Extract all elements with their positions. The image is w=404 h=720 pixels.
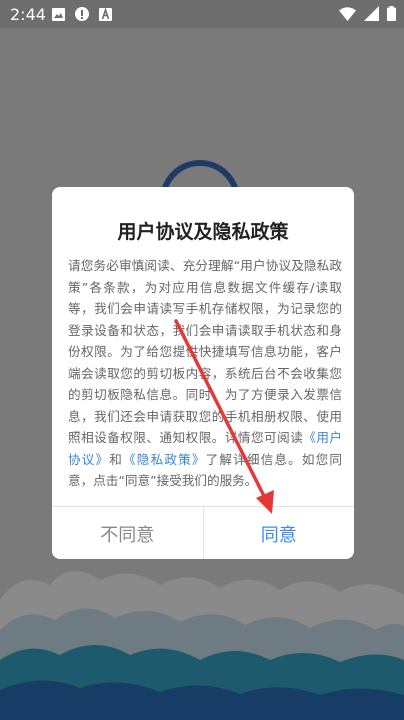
image-notification-icon <box>52 8 65 21</box>
content-text-and: 和 <box>109 451 124 467</box>
app-notification-icon <box>99 8 112 21</box>
alert-notification-icon <box>75 7 89 21</box>
agree-button[interactable]: 同意 <box>204 507 355 559</box>
cloud-background <box>0 571 404 720</box>
wifi-icon <box>339 6 356 21</box>
disagree-button[interactable]: 不同意 <box>52 507 204 559</box>
battery-icon <box>387 6 396 21</box>
content-text-main: 请您务必审慎阅读、充分理解“用户协议及隐私政策”各条款，为对应用信息数据文件缓存… <box>68 258 342 445</box>
signal-icon <box>364 6 379 21</box>
dialog-button-row: 不同意 同意 <box>52 506 354 559</box>
status-time: 2:44 <box>10 5 46 24</box>
dialog-title: 用户协议及隐私政策 <box>117 221 289 243</box>
privacy-policy-link[interactable]: 《隐私政策》 <box>123 452 206 467</box>
status-right-icons <box>339 6 396 21</box>
status-bar: 2:44 <box>0 0 404 28</box>
privacy-dialog: 用户协议及隐私政策 请您务必审慎阅读、充分理解“用户协议及隐私政策”各条款，为对… <box>52 187 354 559</box>
dialog-content[interactable]: 请您务必审慎阅读、充分理解“用户协议及隐私政策”各条款，为对应用信息数据文件缓存… <box>68 255 342 495</box>
